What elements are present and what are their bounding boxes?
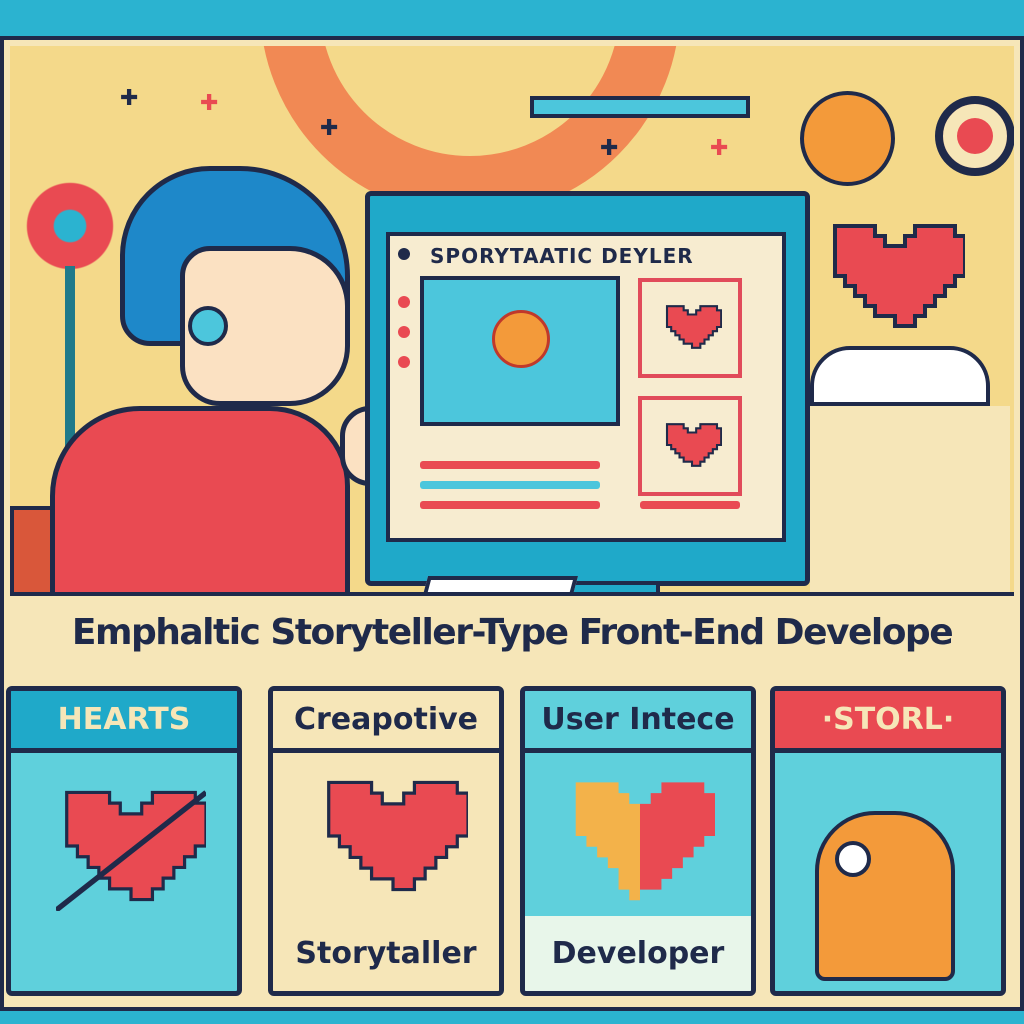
card-creative[interactable]: Creapotive Storytaller <box>268 686 504 996</box>
garden-area <box>810 406 1010 592</box>
sun-icon <box>492 310 550 368</box>
monitor: SPORYTAATIC DEYLER <box>365 191 810 586</box>
headphone-icon <box>188 306 228 346</box>
heart-card[interactable] <box>638 396 742 496</box>
sparkle-icon: ✚ <box>120 86 139 111</box>
split-heart-icon <box>575 782 715 901</box>
sun-face-icon <box>800 91 895 186</box>
progress-bar-decor <box>530 96 750 118</box>
card-footer: Developer <box>525 916 751 991</box>
page-title: Emphaltic Storyteller-Type Front-End Dev… <box>71 612 954 653</box>
heart-arrow-icon <box>56 790 206 911</box>
screen-title: SPORYTAATIC DEYLER <box>430 244 694 268</box>
sparkle-icon: ✚ <box>710 136 729 161</box>
card-header: User Intece <box>525 691 751 753</box>
card-header: ·STORL· <box>775 691 1001 753</box>
heart-card[interactable] <box>638 278 742 378</box>
card-user-interface[interactable]: User Intece Developer <box>520 686 756 996</box>
fox-character <box>815 811 955 981</box>
monitor-screen: SPORYTAATIC DEYLER <box>386 232 786 542</box>
cloud-icon <box>810 346 990 406</box>
heart-icon <box>327 780 468 892</box>
card-story[interactable]: ·STORL· <box>770 686 1006 996</box>
card-footer: Storytaller <box>273 916 499 991</box>
flower-icon <box>20 176 120 276</box>
sparkle-icon: ✚ <box>200 91 219 116</box>
screen-image <box>420 276 620 426</box>
person-body <box>50 406 350 592</box>
card-header: HEARTS <box>11 691 237 753</box>
card-hearts[interactable]: HEARTS <box>6 686 242 996</box>
target-icon <box>935 96 1014 176</box>
card-header: Creapotive <box>273 691 499 753</box>
sparkle-icon: ✚ <box>600 136 619 161</box>
sparkle-icon: ✚ <box>320 116 339 141</box>
keyboard <box>411 576 579 592</box>
heart-icon <box>833 224 965 328</box>
pixel-scene: SPORYTAATIC DEYLER ✚ ✚ ✚ ✚ ✚ <box>10 46 1014 596</box>
fox-eye <box>835 841 871 877</box>
